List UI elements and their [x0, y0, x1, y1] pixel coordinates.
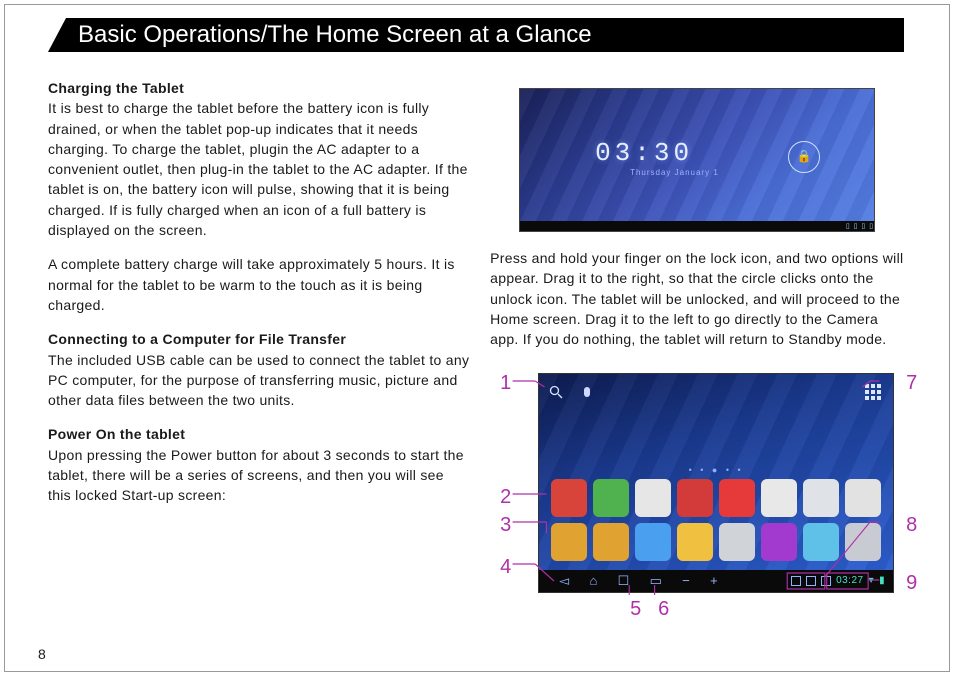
app-icon: [845, 523, 881, 561]
para-power-on: Upon pressing the Power button for about…: [48, 445, 470, 506]
para-lock-instructions: Press and hold your finger on the lock i…: [490, 248, 904, 349]
app-icon: [845, 479, 881, 517]
screenshot-icon: ▭: [650, 572, 663, 591]
app-icon: [635, 523, 671, 561]
home-navbar: ◅ ⌂ ☐ ▭ − + 03:27 ▾ ▮: [539, 570, 893, 592]
right-column: 03:30 Thursday January 1 🔒 ▯ ▯ ▯ ▯ Press…: [490, 78, 904, 656]
heading-power-on: Power On the tablet: [48, 424, 470, 444]
status-time: 03:27: [836, 574, 864, 589]
home-screen-screenshot: • • ● • •: [538, 373, 894, 593]
app-icon: [635, 479, 671, 517]
callout-9: 9: [906, 569, 917, 598]
app-icon: [719, 523, 755, 561]
left-column: Charging the Tablet It is best to charge…: [48, 78, 470, 656]
page-number: 8: [38, 646, 46, 662]
app-icon: [593, 523, 629, 561]
status-icon: [791, 576, 801, 586]
app-icon: [803, 479, 839, 517]
recent-icon: ☐: [618, 572, 630, 591]
app-icon: [551, 479, 587, 517]
mic-icon: [584, 387, 590, 397]
lock-navbar: ▯ ▯ ▯ ▯: [520, 221, 874, 231]
callout-6: 6: [658, 595, 669, 624]
heading-charging: Charging the Tablet: [48, 78, 470, 98]
app-icon: [761, 479, 797, 517]
para-file-transfer: The included USB cable can be used to co…: [48, 350, 470, 411]
app-icon: [677, 479, 713, 517]
app-icon: [551, 523, 587, 561]
vol-down-icon: −: [682, 572, 690, 591]
page-title: Basic Operations/The Home Screen at a Gl…: [48, 18, 904, 52]
vol-up-icon: +: [710, 572, 718, 591]
callout-8: 8: [906, 511, 917, 540]
callout-4: 4: [500, 553, 511, 582]
content-columns: Charging the Tablet It is best to charge…: [48, 78, 904, 656]
app-icons: [551, 479, 881, 561]
status-icon: [806, 576, 816, 586]
callout-3: 3: [500, 511, 511, 540]
apps-grid-icon: [865, 384, 881, 400]
app-icon: [761, 523, 797, 561]
status-icon: [821, 576, 831, 586]
callout-5: 5: [630, 595, 641, 624]
app-icon: [593, 479, 629, 517]
app-icon: [677, 523, 713, 561]
back-icon: ◅: [559, 572, 569, 591]
page-indicator: • • ● • •: [539, 464, 893, 477]
home-screen-diagram: • • ● • •: [490, 363, 904, 613]
callout-2: 2: [500, 483, 511, 512]
app-icon: [719, 479, 755, 517]
callout-1: 1: [500, 369, 511, 398]
para-charging-2: A complete battery charge will take appr…: [48, 254, 470, 315]
search-icon: [549, 384, 563, 406]
lock-date: Thursday January 1: [630, 167, 719, 179]
heading-file-transfer: Connecting to a Computer for File Transf…: [48, 329, 470, 349]
callout-7: 7: [906, 369, 917, 398]
lock-screen-screenshot: 03:30 Thursday January 1 🔒 ▯ ▯ ▯ ▯: [519, 88, 875, 232]
app-icon: [803, 523, 839, 561]
lock-icon: 🔒: [788, 141, 820, 173]
battery-icon: ▮: [879, 574, 885, 589]
para-charging-1: It is best to charge the tablet before t…: [48, 98, 470, 240]
home-icon: ⌂: [589, 572, 597, 591]
wifi-icon: ▾: [869, 574, 875, 589]
